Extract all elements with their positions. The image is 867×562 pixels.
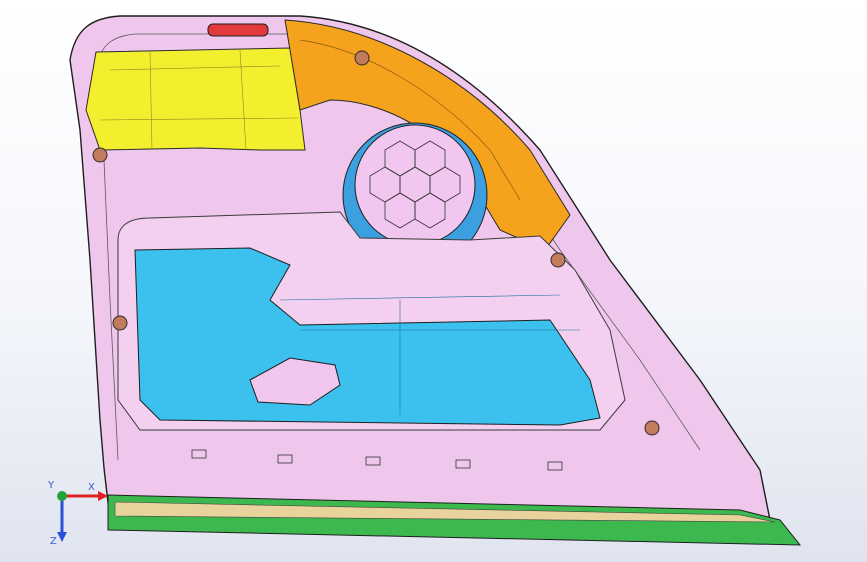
y-axis-dot: [57, 491, 67, 501]
cad-viewport[interactable]: X Y Z: [0, 0, 867, 562]
door-trim-model[interactable]: [0, 0, 867, 562]
round-clip-icon: [92, 147, 108, 163]
z-arrow: [57, 532, 67, 542]
axis-label-z: Z: [50, 536, 57, 547]
axis-label-y: Y: [47, 480, 55, 491]
x-arrow: [98, 491, 108, 501]
speaker-grille[interactable]: [354, 124, 476, 246]
round-clip-icon: [644, 420, 660, 436]
handle-insert[interactable]: [207, 23, 269, 37]
upper-yellow-panel[interactable]: [85, 47, 306, 151]
axis-label-x: X: [88, 482, 95, 493]
round-clip-icon: [112, 315, 128, 331]
round-clip-icon: [354, 50, 370, 66]
axis-triad-icon: X Y Z: [47, 480, 108, 547]
round-clip-icon: [550, 252, 566, 268]
